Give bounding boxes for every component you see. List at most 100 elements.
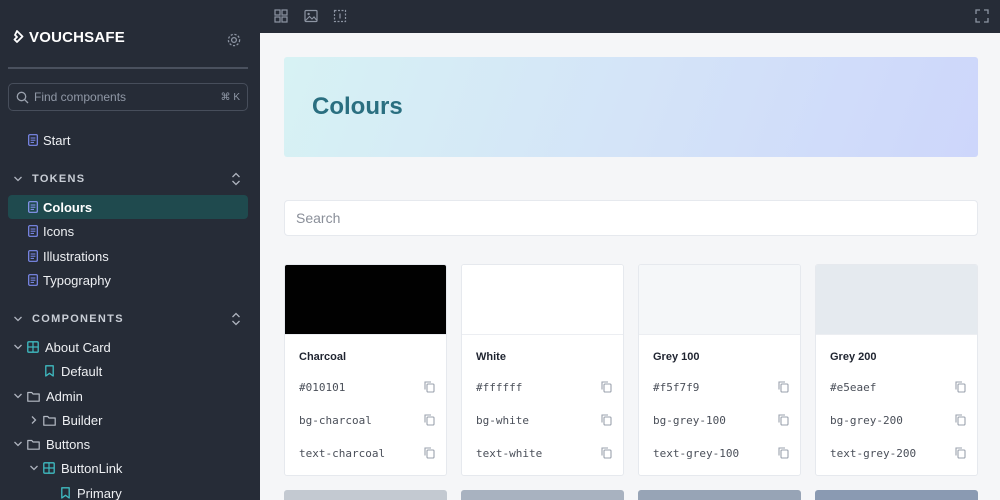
bg-class: bg-grey-100 [653, 413, 726, 427]
hex-value: #f5f7f9 [653, 380, 700, 394]
document-icon [28, 134, 38, 146]
colour-card-charcoal: Charcoal #010101 bg-charcoal text-charco… [284, 264, 447, 476]
fullscreen-icon[interactable] [975, 9, 989, 23]
copy-icon[interactable] [778, 381, 789, 393]
copy-icon[interactable] [778, 447, 789, 459]
colour-name: Grey 100 [653, 351, 700, 363]
copy-icon[interactable] [424, 447, 435, 459]
image-icon[interactable] [304, 9, 318, 23]
copy-icon[interactable] [601, 381, 612, 393]
text-class: text-grey-200 [830, 446, 917, 460]
copy-icon[interactable] [601, 414, 612, 426]
sidebar-item-label: About Card [45, 339, 111, 355]
sidebar-item-icons[interactable]: Icons [8, 219, 248, 243]
colour-card-grey-100: Grey 100 #f5f7f9 bg-grey-100 text-grey-1… [638, 264, 801, 476]
colour-card-grey-200: Grey 200 #e5eaef bg-grey-200 text-grey-2… [815, 264, 978, 476]
text-class: text-white [476, 446, 543, 460]
search-shortcut: ⌘ K [220, 91, 240, 103]
bg-class-row: bg-grey-100 [653, 413, 789, 427]
sidebar-item-admin[interactable]: Admin [8, 384, 248, 408]
chevron-right-icon [31, 416, 37, 424]
sidebar-item-buttonlink[interactable]: ButtonLink [8, 456, 248, 480]
sidebar-item-label: Default [61, 363, 103, 379]
sidebar-item-primary[interactable]: Primary [8, 481, 248, 500]
page-title: Colours [312, 93, 403, 120]
section-tokens[interactable]: TOKENS [8, 169, 248, 189]
bg-class: bg-charcoal [299, 413, 372, 427]
measure-icon[interactable] [333, 9, 347, 23]
sidebar-item-illustrations[interactable]: Illustrations [8, 244, 248, 268]
expand-collapse-icon[interactable] [230, 172, 242, 186]
folder-icon [27, 391, 40, 402]
bookmark-icon [45, 365, 54, 377]
copy-icon[interactable] [424, 381, 435, 393]
page-header: Colours [284, 57, 978, 157]
sidebar-item-about-card[interactable]: About Card [8, 335, 248, 359]
brand[interactable]: VOUCHSAFE [10, 27, 125, 47]
colour-card-partial [815, 490, 978, 500]
toolbar [260, 0, 1000, 33]
sidebar-item-label: Start [43, 132, 71, 148]
text-class-row: text-grey-100 [653, 446, 789, 460]
sidebar-item-colours[interactable]: Colours [8, 195, 248, 219]
search-input[interactable]: Find components ⌘ K [8, 83, 248, 111]
main-content: Colours Charcoal #010101 bg-charcoal tex… [260, 33, 1000, 500]
copy-icon[interactable] [601, 447, 612, 459]
section-components[interactable]: COMPONENTS [8, 309, 248, 329]
colour-card-white: White #ffffff bg-white text-white [461, 264, 624, 476]
sidebar-item-label: Primary [77, 485, 122, 500]
sidebar-item-typography[interactable]: Typography [8, 268, 248, 292]
chevron-down-icon [30, 465, 38, 471]
colour-name: Charcoal [299, 351, 347, 363]
text-class: text-charcoal [299, 446, 386, 460]
search-icon [16, 91, 29, 103]
text-class: text-grey-100 [653, 446, 740, 460]
bg-class-row: bg-charcoal [299, 413, 435, 427]
bookmark-icon [61, 487, 70, 499]
folder-icon [43, 415, 56, 426]
section-title: COMPONENTS [32, 313, 124, 325]
copy-icon[interactable] [955, 447, 966, 459]
swatch-search-input[interactable] [284, 200, 978, 236]
sidebar-item-default[interactable]: Default [8, 359, 248, 383]
document-icon [28, 201, 38, 213]
gear-icon[interactable] [226, 32, 242, 48]
chevron-down-icon [14, 316, 22, 322]
bg-class-row: bg-grey-200 [830, 413, 966, 427]
expand-collapse-icon[interactable] [230, 312, 242, 326]
copy-icon[interactable] [424, 414, 435, 426]
copy-icon[interactable] [955, 381, 966, 393]
section-title: TOKENS [32, 173, 86, 185]
colour-name: Grey 200 [830, 351, 877, 363]
sidebar-item-label: Admin [46, 388, 83, 404]
sidebar-item-start[interactable]: Start [8, 128, 248, 152]
hex-value: #010101 [299, 380, 346, 394]
text-class-row: text-charcoal [299, 446, 435, 460]
text-class-row: text-grey-200 [830, 446, 966, 460]
component-icon [27, 341, 39, 353]
document-icon [28, 250, 38, 262]
sidebar: VOUCHSAFE Find components ⌘ K Start TOKE… [0, 0, 260, 500]
text-class-row: text-white [476, 446, 612, 460]
grid-icon[interactable] [274, 9, 288, 23]
sidebar-item-builder[interactable]: Builder [8, 408, 248, 432]
copy-icon[interactable] [778, 414, 789, 426]
chevron-down-icon [14, 393, 22, 399]
chevron-down-icon [14, 441, 22, 447]
divider [8, 67, 248, 69]
folder-icon [27, 439, 40, 450]
colour-swatch [462, 265, 623, 335]
sidebar-item-label: Colours [43, 199, 93, 215]
hex-row: #ffffff [476, 380, 612, 394]
brand-name: VOUCHSAFE [29, 28, 125, 46]
colour-card-partial [461, 490, 624, 500]
vouchsafe-logo-icon [13, 30, 24, 43]
component-icon [43, 462, 55, 474]
colour-card-partial [284, 490, 447, 500]
bg-class: bg-white [476, 413, 529, 427]
sidebar-item-label: Builder [62, 412, 103, 428]
hex-row: #010101 [299, 380, 435, 394]
colour-swatch [816, 265, 977, 335]
sidebar-item-buttons[interactable]: Buttons [8, 432, 248, 456]
copy-icon[interactable] [955, 414, 966, 426]
